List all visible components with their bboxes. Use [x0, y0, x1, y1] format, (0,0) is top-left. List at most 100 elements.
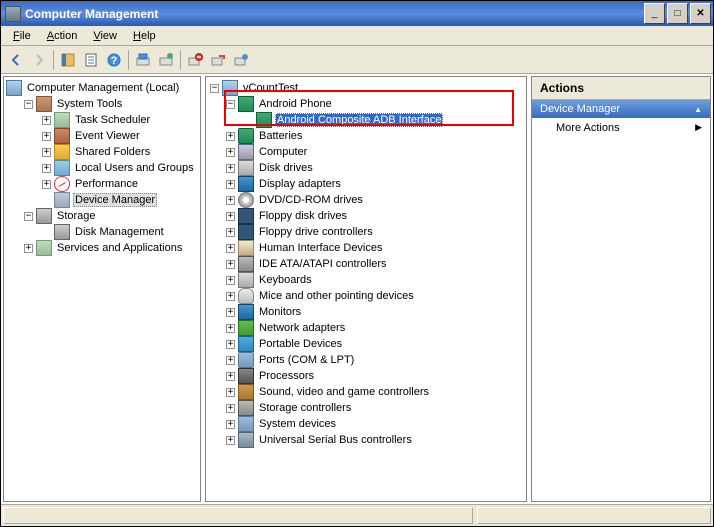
expand-icon[interactable]: +	[226, 244, 235, 253]
collapse-icon[interactable]: −	[24, 100, 33, 109]
toolbar-separator	[53, 50, 54, 70]
tree-task-scheduler[interactable]: +Task Scheduler	[40, 112, 200, 128]
device-sound[interactable]: +Sound, video and game controllers	[224, 384, 526, 400]
tree-services-apps[interactable]: +Services and Applications	[22, 240, 200, 256]
expand-icon[interactable]: +	[42, 164, 51, 173]
show-hide-tree-button[interactable]	[57, 49, 79, 71]
minimize-button[interactable]: _	[644, 3, 665, 24]
device-floppy-disk[interactable]: +Floppy disk drives	[224, 208, 526, 224]
expand-icon[interactable]: +	[226, 420, 235, 429]
expand-icon[interactable]: +	[226, 292, 235, 301]
expand-icon[interactable]: +	[226, 388, 235, 397]
scan-button[interactable]	[132, 49, 154, 71]
device-keyboards[interactable]: + Keyboards	[224, 272, 526, 288]
main-area: Computer Management (Local) − System Too…	[1, 74, 713, 504]
device-android-adb[interactable]: Android Composite ADB Interface	[242, 112, 526, 128]
device-monitors[interactable]: +Monitors	[224, 304, 526, 320]
tree-device-manager[interactable]: Device Manager	[40, 192, 200, 208]
performance-icon	[54, 176, 70, 192]
expand-icon[interactable]: +	[226, 404, 235, 413]
device-computer[interactable]: +Computer	[224, 144, 526, 160]
expand-icon[interactable]: +	[226, 308, 235, 317]
expand-icon[interactable]: +	[226, 372, 235, 381]
tree-event-viewer[interactable]: +Event Viewer	[40, 128, 200, 144]
disable-button[interactable]	[207, 49, 229, 71]
result-pane[interactable]: − vCountTest − Android Phone	[205, 76, 527, 502]
device-portable[interactable]: +Portable Devices	[224, 336, 526, 352]
app-icon	[5, 6, 21, 22]
device-ide[interactable]: +IDE ATA/ATAPI controllers	[224, 256, 526, 272]
tools-icon	[36, 96, 52, 112]
expand-icon[interactable]: +	[226, 340, 235, 349]
floppy-icon	[238, 208, 254, 224]
device-floppy-controllers[interactable]: +Floppy drive controllers	[224, 224, 526, 240]
actions-section-header[interactable]: Device Manager ▲	[532, 100, 710, 118]
tree-system-tools[interactable]: − System Tools	[22, 96, 200, 112]
collapse-icon[interactable]: −	[210, 84, 219, 93]
device-ports[interactable]: +Ports (COM & LPT)	[224, 352, 526, 368]
collapse-icon[interactable]: −	[226, 100, 235, 109]
expand-icon[interactable]: +	[226, 196, 235, 205]
device-dvd[interactable]: +DVD/CD-ROM drives	[224, 192, 526, 208]
update-driver-button[interactable]	[155, 49, 177, 71]
expand-icon[interactable]: +	[24, 244, 33, 253]
device-display-adapters[interactable]: +Display adapters	[224, 176, 526, 192]
tree-label: Shared Folders	[73, 146, 152, 158]
menu-file[interactable]: File	[5, 28, 39, 44]
help-button[interactable]: ?	[103, 49, 125, 71]
action-more-actions[interactable]: More Actions ▶	[532, 118, 710, 138]
expand-icon[interactable]: +	[226, 324, 235, 333]
tree-storage[interactable]: − Storage	[22, 208, 200, 224]
device-label: Android Composite ADB Interface	[275, 113, 443, 127]
device-hid[interactable]: + Human Interface Devices	[224, 240, 526, 256]
device-root[interactable]: − vCountTest	[206, 80, 526, 96]
tree-performance[interactable]: +Performance	[40, 176, 200, 192]
maximize-button[interactable]: □	[667, 3, 688, 24]
tree-root-local[interactable]: Computer Management (Local)	[4, 80, 200, 96]
device-mice[interactable]: + Mice and other pointing devices	[224, 288, 526, 304]
expand-icon[interactable]: +	[226, 260, 235, 269]
expand-icon[interactable]: +	[42, 180, 51, 189]
expand-icon[interactable]: +	[226, 132, 235, 141]
device-system-devices[interactable]: +System devices	[224, 416, 526, 432]
status-bar	[1, 504, 713, 526]
device-label: Universal Serial Bus controllers	[257, 434, 414, 446]
tree-shared-folders[interactable]: + Shared Folders	[40, 144, 200, 160]
expand-icon[interactable]: +	[226, 436, 235, 445]
device-usb[interactable]: + Universal Serial Bus controllers	[224, 432, 526, 448]
close-button[interactable]: ✕	[690, 3, 711, 24]
expand-icon[interactable]: +	[42, 148, 51, 157]
expand-icon[interactable]: +	[226, 228, 235, 237]
expand-icon[interactable]: +	[226, 356, 235, 365]
forward-button[interactable]	[28, 49, 50, 71]
tree-disk-management[interactable]: Disk Management	[40, 224, 200, 240]
expand-icon[interactable]: +	[42, 116, 51, 125]
menu-help[interactable]: Help	[125, 28, 164, 44]
device-storage-controllers[interactable]: +Storage controllers	[224, 400, 526, 416]
device-android-phone[interactable]: − Android Phone	[224, 96, 526, 112]
menu-action[interactable]: Action	[39, 28, 86, 44]
device-processors[interactable]: + Processors	[224, 368, 526, 384]
device-label: Mice and other pointing devices	[257, 290, 416, 302]
device-label: Keyboards	[257, 274, 314, 286]
expand-icon[interactable]: +	[226, 180, 235, 189]
back-button[interactable]	[5, 49, 27, 71]
device-batteries[interactable]: +Batteries	[224, 128, 526, 144]
device-label: Processors	[257, 370, 316, 382]
menu-view[interactable]: View	[85, 28, 125, 44]
device-label: Human Interface Devices	[257, 242, 385, 254]
tree-local-users[interactable]: + Local Users and Groups	[40, 160, 200, 176]
properties-button[interactable]	[80, 49, 102, 71]
expand-icon[interactable]: +	[226, 212, 235, 221]
expand-icon[interactable]: +	[226, 164, 235, 173]
collapse-icon[interactable]: −	[24, 212, 33, 221]
device-disk-drives[interactable]: +Disk drives	[224, 160, 526, 176]
expand-icon[interactable]: +	[226, 276, 235, 285]
device-network[interactable]: +Network adapters	[224, 320, 526, 336]
tree-label: Local Users and Groups	[73, 162, 196, 174]
enable-button[interactable]	[230, 49, 252, 71]
scope-pane[interactable]: Computer Management (Local) − System Too…	[3, 76, 201, 502]
expand-icon[interactable]: +	[42, 132, 51, 141]
uninstall-button[interactable]	[184, 49, 206, 71]
expand-icon[interactable]: +	[226, 148, 235, 157]
